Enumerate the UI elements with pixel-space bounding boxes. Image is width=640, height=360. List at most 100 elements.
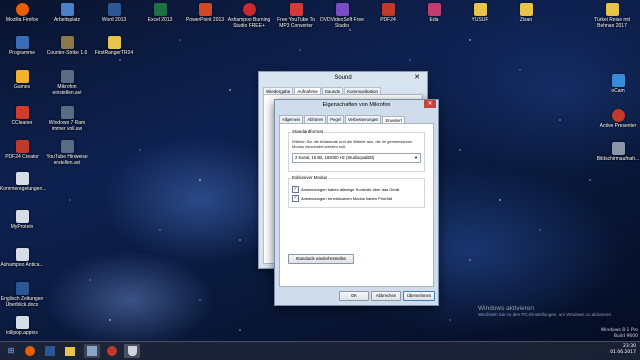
exclusive-priority-checkbox[interactable]: ✓	[292, 195, 299, 202]
lollipop-icon[interactable]: lollipop.appios	[0, 316, 44, 336]
pdf24-icon[interactable]: PDF24	[366, 3, 410, 23]
tab-verbesserungen[interactable]: Verbesserungen	[344, 115, 382, 123]
icon-label: oCam	[611, 88, 625, 94]
shield-icon	[127, 346, 137, 356]
youtube-mp3-icon-image	[289, 3, 303, 16]
ashampoo-antica-icon[interactable]: Ashampoo Antica...	[0, 248, 44, 268]
ccleaner-icon[interactable]: CCleaner	[0, 106, 44, 126]
camera-icon	[611, 74, 625, 87]
folder-yusuf-icon[interactable]: YUSUF	[458, 3, 502, 23]
icon-label: Bildschirmaufnah...	[596, 156, 640, 162]
document-icon	[15, 248, 29, 261]
sound-close-icon[interactable]: ✕	[410, 73, 424, 82]
firefox-taskbar-icon[interactable]	[22, 344, 38, 358]
exclusive-control-option[interactable]: ✓ Anwendungen haben alleinige Kontrolle …	[289, 185, 424, 194]
eda-icon[interactable]: Eda	[412, 3, 456, 23]
icon-label: Zisan	[519, 17, 533, 23]
tab-pegel[interactable]: Pegel	[327, 115, 344, 123]
star-icon	[15, 70, 29, 83]
icon-label: MyProtein	[10, 224, 34, 230]
icon-label: Programme	[8, 50, 36, 56]
word-icon[interactable]: Word 2013	[92, 3, 136, 23]
microphone-properties-dialog: Eigenschaften von Mikrofon ✕ Allgemein A…	[274, 99, 439, 306]
exclusive-priority-option[interactable]: ✓ Anwendungen im exklusiven Modus haben …	[289, 194, 424, 203]
free-studio-icon[interactable]: DVDVideoSoft Free Studio	[320, 3, 364, 29]
video-ram-icon[interactable]: Windows 7 Ram immer voll.avi	[45, 106, 89, 132]
apply-button[interactable]: Übernehmen	[403, 291, 435, 301]
computer-icon[interactable]: Arbeitsplatz	[45, 3, 89, 23]
folder-firstranger-icon[interactable]: FirstRangerTR24	[92, 36, 136, 56]
taskbar: ⊞ 23:30 01.06.2017	[0, 341, 640, 360]
kommeregelungen-icon[interactable]: Kommeregelungen...	[0, 172, 46, 192]
icon-label: DVDVideoSoft Free Studio	[320, 17, 364, 29]
ccleaner-icon-image	[15, 106, 29, 119]
exclusive-mode-group: Exklusiver Modus ✓ Anwendungen haben all…	[288, 175, 425, 208]
start-button[interactable]: ⊞	[3, 344, 19, 358]
word-icon	[45, 346, 55, 356]
exclusive-control-label: Anwendungen haben alleinige Kontrolle üb…	[301, 187, 400, 192]
shield-taskbar-icon[interactable]	[124, 344, 140, 358]
icon-label: lollipop.appios	[6, 330, 38, 336]
exclusive-control-checkbox[interactable]: ✓	[292, 186, 299, 193]
burning-studio-icon[interactable]: Ashampoo Burning Studio FREE+	[227, 3, 271, 29]
tab-allgemein[interactable]: Allgemein	[279, 115, 304, 123]
chevron-down-icon: ▼	[414, 155, 418, 160]
folder-icon	[107, 36, 121, 49]
presenter-taskbar-icon[interactable]	[104, 344, 120, 358]
restore-defaults-button[interactable]: Standards wiederherstellen	[288, 254, 354, 264]
bildschirmaufnahme-icon[interactable]: Bildschirmaufnah...	[596, 142, 640, 162]
folder-icon	[65, 347, 75, 356]
sound-taskbar-icon[interactable]	[84, 344, 100, 358]
programme-icon[interactable]: Programme	[0, 36, 44, 56]
icon-label: Ashampoo Antica...	[0, 262, 44, 268]
icon-label: Windows 7 Ram immer voll.avi	[48, 120, 86, 132]
os-build: Build 9600	[613, 334, 638, 339]
firefox-icon[interactable]: Mozilla Firefox	[0, 3, 44, 23]
video-youtube-icon[interactable]: YouTube Hinweise erstellen.avi	[45, 140, 89, 166]
counter-strike-icon[interactable]: Counter-Strike 1.6	[45, 36, 89, 56]
icon-label: PDF24	[380, 17, 396, 23]
icon-label: Eda	[429, 17, 439, 23]
icon-label: Games	[13, 84, 31, 90]
close-icon[interactable]: ✕	[424, 100, 436, 108]
powerpoint-icon[interactable]: PowerPoint 2013	[183, 3, 227, 23]
englisch-zeitungen-icon[interactable]: Englisch Zeitungen Überblick.docx	[0, 282, 44, 308]
video-file-icon	[60, 140, 74, 153]
word-icon-image	[107, 3, 121, 16]
video-file-icon	[60, 106, 74, 119]
myprotein-icon[interactable]: MyProtein	[0, 210, 44, 230]
excel-icon-image	[153, 3, 167, 16]
standard-format-title: Standardformat	[291, 129, 325, 134]
icon-label: Active Presenter	[599, 123, 637, 129]
icon-label: Excel 2013	[147, 17, 173, 23]
youtube-mp3-icon[interactable]: Free YouTube To MP3 Converter	[274, 3, 318, 29]
format-select[interactable]: 2 Kanal, 16 Bit, 192000 Hz (Studioqualit…	[292, 153, 421, 163]
computer-icon-image	[60, 3, 74, 16]
ocam-icon[interactable]: oCam	[596, 74, 640, 94]
advanced-tab-panel: Standardformat Wählen Sie die Abtastrate…	[279, 123, 434, 287]
icon-label: YUSUF	[471, 17, 489, 23]
icon-label: YouTube Hinweise erstellen.avi	[46, 154, 88, 166]
excel-icon[interactable]: Excel 2013	[138, 3, 182, 23]
icon-label: Arbeitsplatz	[53, 17, 81, 23]
eda-icon-image	[427, 3, 441, 16]
cancel-button[interactable]: Abbrechen	[371, 291, 401, 301]
word-taskbar-icon[interactable]	[42, 344, 58, 358]
icon-label: CCleaner	[11, 120, 33, 126]
os-build-watermark: Windows 8.1 Pro Build 9600	[601, 328, 638, 340]
games-icon[interactable]: Games	[0, 70, 44, 90]
folder-tuerkei-icon[interactable]: Türkei Reise mit Behnan 2017	[590, 3, 634, 29]
folder-zisan-icon[interactable]: Zisan	[504, 3, 548, 23]
document-icon	[15, 172, 29, 185]
icon-label: Englisch Zeitungen Überblick.docx	[0, 296, 44, 308]
explorer-taskbar-icon[interactable]	[62, 344, 78, 358]
active-presenter-icon[interactable]: Active Presenter	[596, 109, 640, 129]
active-presenter-icon	[107, 346, 117, 356]
system-tray-clock[interactable]: 23:30 01.06.2017	[610, 344, 636, 356]
tab-abhoeren[interactable]: Abhören	[304, 115, 327, 123]
video-mikrofon-icon[interactable]: Mikrofon einstellen.avi	[45, 70, 89, 96]
standard-format-group: Standardformat Wählen Sie die Abtastrate…	[288, 129, 425, 172]
pdf24-creator-icon[interactable]: PDF24 Creator	[0, 140, 44, 160]
ok-button[interactable]: OK	[339, 291, 369, 301]
counter-strike-icon-image	[60, 36, 74, 49]
